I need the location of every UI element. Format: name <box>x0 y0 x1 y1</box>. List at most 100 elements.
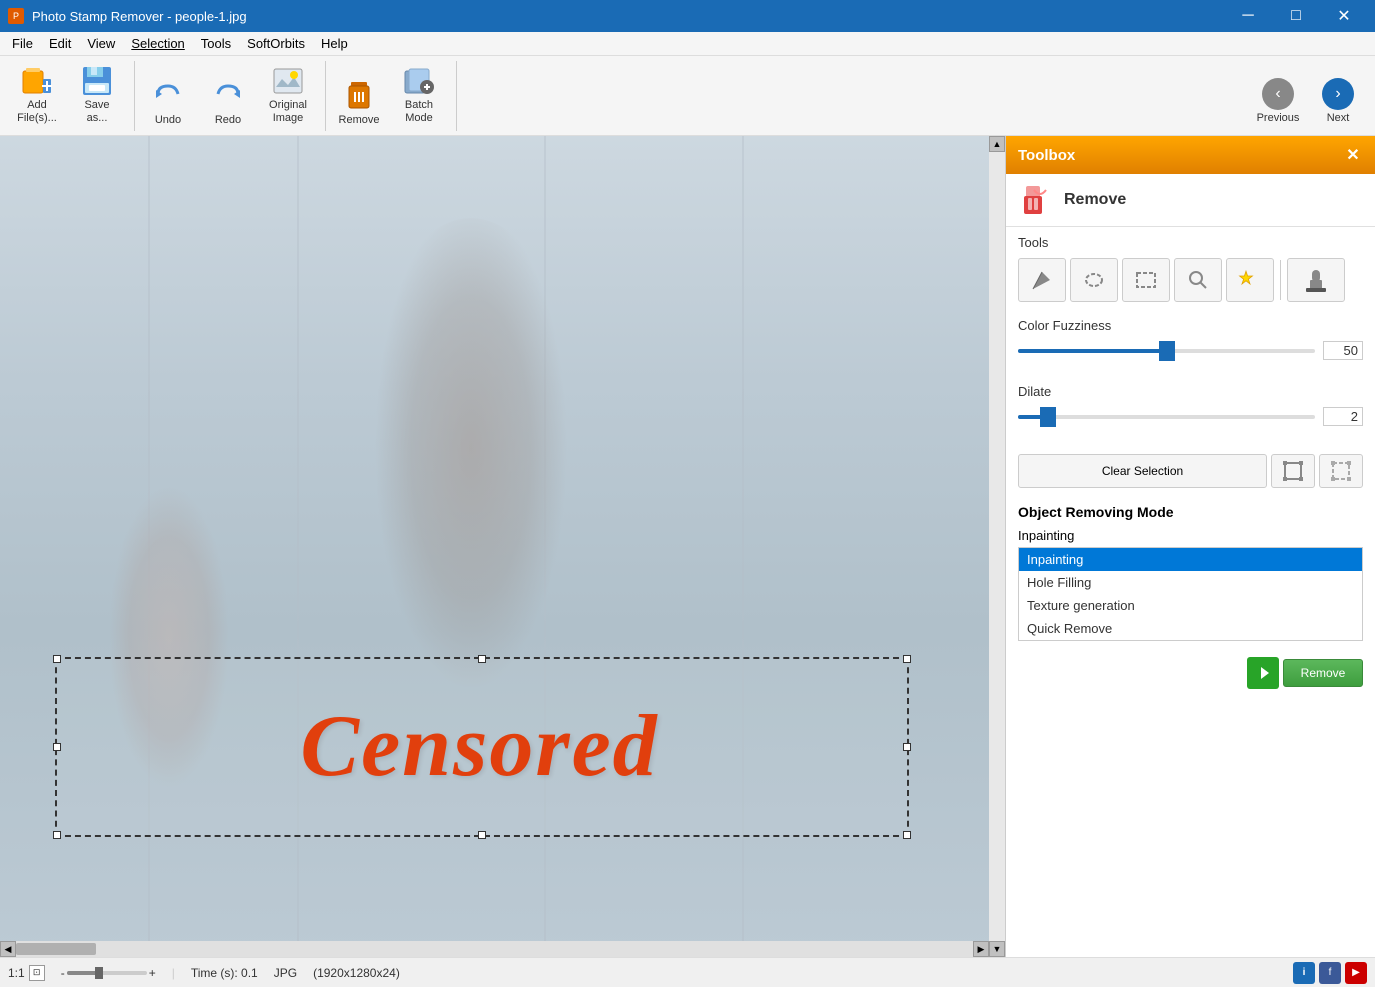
zoom-plus-button[interactable]: + <box>149 966 156 980</box>
action-buttons-section: Clear Selection <box>1006 442 1375 496</box>
scroll-down-arrow[interactable]: ▼ <box>989 941 1005 957</box>
vertical-scrollbar[interactable]: ▲ ▼ <box>989 136 1005 957</box>
canvas-area[interactable]: Censored ▲ ▼ ◀ <box>0 136 1005 957</box>
original-image-button[interactable]: OriginalImage <box>259 65 317 131</box>
remove-title: Remove <box>1064 191 1126 209</box>
tools-divider <box>1280 260 1281 300</box>
remove-label: Remove <box>339 114 380 126</box>
previous-button[interactable]: ‹ Previous <box>1249 63 1307 129</box>
handle-tr <box>903 655 911 663</box>
obj-mode-dropdown[interactable]: Inpainting Hole Filling Texture generati… <box>1018 547 1363 641</box>
batch-mode-label: BatchMode <box>405 99 433 125</box>
menu-edit[interactable]: Edit <box>41 34 79 53</box>
select-mode-button-1[interactable] <box>1271 454 1315 488</box>
remove-action-button[interactable]: Remove <box>1283 659 1363 687</box>
handle-bl <box>53 831 61 839</box>
next-button[interactable]: › Next <box>1309 63 1367 129</box>
color-fuzziness-slider[interactable] <box>1018 349 1315 353</box>
dilate-label: Dilate <box>1018 384 1118 399</box>
menu-tools[interactable]: Tools <box>193 34 239 53</box>
dilate-slider-row: 2 <box>1018 407 1363 426</box>
dilate-value[interactable]: 2 <box>1323 407 1363 426</box>
obj-mode-option-0[interactable]: Inpainting <box>1019 548 1362 571</box>
zoom-slider[interactable]: - + <box>61 966 156 980</box>
close-button[interactable]: ✕ <box>1321 0 1367 32</box>
status-sep-1: | <box>172 966 175 980</box>
status-icons: i f ▶ <box>1293 962 1367 984</box>
obj-mode-current-value: Inpainting <box>1018 528 1074 543</box>
color-fuzziness-value[interactable]: 50 <box>1323 341 1363 360</box>
facebook-icon[interactable]: f <box>1319 962 1341 984</box>
stamp-tool-button[interactable] <box>1287 258 1345 302</box>
remove-action-icon[interactable] <box>1247 657 1279 689</box>
remove-action-section: Remove <box>1006 649 1375 697</box>
obj-mode-option-2[interactable]: Texture generation <box>1019 594 1362 617</box>
youtube-icon[interactable]: ▶ <box>1345 962 1367 984</box>
main-area: Censored ▲ ▼ ◀ <box>0 136 1375 957</box>
color-fuzziness-label: Color Fuzziness <box>1018 318 1118 333</box>
obj-mode-option-3[interactable]: Quick Remove <box>1019 617 1362 640</box>
scroll-right-arrow[interactable]: ▶ <box>973 941 989 957</box>
maximize-button[interactable]: □ <box>1273 0 1319 32</box>
wand-plus-tool-button[interactable] <box>1226 258 1274 302</box>
lasso-tool-button[interactable] <box>1070 258 1118 302</box>
handle-bm <box>478 831 486 839</box>
save-as-label: Saveas... <box>84 99 109 125</box>
zoom-minus-button[interactable]: - <box>61 966 65 980</box>
add-files-label: AddFile(s)... <box>17 99 57 125</box>
menu-bar: File Edit View Selection Tools SoftOrbit… <box>0 32 1375 56</box>
save-as-button[interactable]: Saveas... <box>68 65 126 131</box>
scroll-track-horizontal[interactable] <box>16 941 973 957</box>
obj-mode-option-1[interactable]: Hole Filling <box>1019 571 1362 594</box>
minimize-button[interactable]: ─ <box>1225 0 1271 32</box>
selection-rectangle <box>55 657 909 837</box>
toolbox-panel: Toolbox ✕ Remove Tools <box>1005 136 1375 957</box>
zoom-track[interactable] <box>67 971 147 975</box>
next-icon: › <box>1322 78 1354 110</box>
redo-icon <box>212 80 244 112</box>
handle-mr <box>903 743 911 751</box>
scroll-track-vertical[interactable] <box>989 152 1005 941</box>
zoom-thumb[interactable] <box>95 967 103 979</box>
scroll-up-arrow[interactable]: ▲ <box>989 136 1005 152</box>
magic-wand-tool-button[interactable] <box>1174 258 1222 302</box>
app-icon: P <box>8 8 24 24</box>
remove-row: Remove <box>1018 657 1363 689</box>
toolbox-close-button[interactable]: ✕ <box>1343 145 1363 165</box>
toolbar: AddFile(s)... Saveas... <box>0 56 1375 136</box>
scroll-left-arrow[interactable]: ◀ <box>0 941 16 957</box>
handle-br <box>903 831 911 839</box>
select-mode-button-2[interactable] <box>1319 454 1363 488</box>
add-files-button[interactable]: AddFile(s)... <box>8 65 66 131</box>
toolbar-remove-group: Remove BatchMode <box>330 61 457 131</box>
color-fuzziness-slider-row: 50 <box>1018 341 1363 360</box>
status-format: JPG <box>274 966 297 980</box>
redo-button[interactable]: Redo <box>199 65 257 131</box>
title-bar-controls[interactable]: ─ □ ✕ <box>1225 0 1367 32</box>
menu-help[interactable]: Help <box>313 34 356 53</box>
clear-selection-button[interactable]: Clear Selection <box>1018 454 1267 488</box>
scroll-thumb-horizontal[interactable] <box>16 943 96 955</box>
app-title: Photo Stamp Remover - people-1.jpg <box>32 9 247 24</box>
undo-label: Undo <box>155 114 181 126</box>
info-icon[interactable]: i <box>1293 962 1315 984</box>
toolbox-header: Toolbox ✕ <box>1006 136 1375 174</box>
remove-button[interactable]: Remove <box>330 65 388 131</box>
undo-button[interactable]: Undo <box>139 65 197 131</box>
color-fuzziness-thumb[interactable] <box>1159 341 1175 361</box>
menu-softorbits[interactable]: SoftOrbits <box>239 34 313 53</box>
dilate-slider[interactable] <box>1018 415 1315 419</box>
menu-selection[interactable]: Selection <box>123 34 192 53</box>
horizontal-scrollbar[interactable]: ◀ ▶ <box>0 941 989 957</box>
menu-view[interactable]: View <box>79 34 123 53</box>
batch-mode-button[interactable]: BatchMode <box>390 65 448 131</box>
menu-file[interactable]: File <box>4 34 41 53</box>
object-removing-mode-section: Object Removing Mode Inpainting Inpainti… <box>1006 496 1375 649</box>
pencil-tool-button[interactable] <box>1018 258 1066 302</box>
rect-select-tool-button[interactable] <box>1122 258 1170 302</box>
previous-label: Previous <box>1257 112 1300 124</box>
remove-header: Remove <box>1006 174 1375 227</box>
photo-container: Censored <box>0 136 989 957</box>
dilate-section: Dilate 2 <box>1006 376 1375 442</box>
dilate-thumb[interactable] <box>1040 407 1056 427</box>
